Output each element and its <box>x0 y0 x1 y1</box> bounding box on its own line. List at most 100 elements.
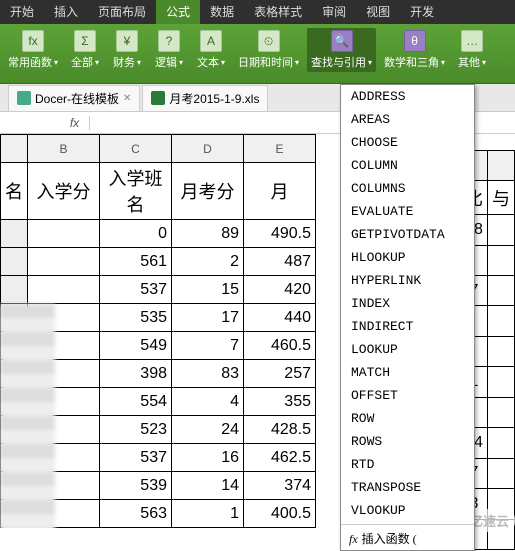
col-header[interactable]: D <box>172 135 244 163</box>
header-cell[interactable]: 入学班名 <box>100 163 172 220</box>
table-row-head[interactable] <box>1 220 28 248</box>
doctab-docer[interactable]: Docer-在线模板 ✕ <box>8 85 140 111</box>
docer-icon <box>17 91 31 105</box>
cell[interactable]: 355 <box>244 388 316 416</box>
menu-item-hyperlink[interactable]: HYPERLINK <box>341 269 474 292</box>
tab-layout[interactable]: 页面布局 <box>88 0 156 24</box>
tab-insert[interactable]: 插入 <box>44 0 88 24</box>
cell[interactable]: 2 <box>172 248 244 276</box>
fx-button[interactable]: fx <box>60 116 90 130</box>
menu-item-hlookup[interactable]: HLOOKUP <box>341 246 474 269</box>
cell[interactable]: 487 <box>244 248 316 276</box>
ribbon-日期和时间[interactable]: ⏲日期和时间▾ <box>234 28 303 72</box>
cell[interactable] <box>28 220 100 248</box>
tab-review[interactable]: 审阅 <box>312 0 356 24</box>
doctab-label: 月考2015-1-9.xls <box>169 90 259 107</box>
header-cell[interactable]: 月考分 <box>172 163 244 220</box>
cell[interactable]: 561 <box>100 248 172 276</box>
cell[interactable]: 15 <box>172 276 244 304</box>
tab-view[interactable]: 视图 <box>356 0 400 24</box>
cell[interactable]: 16 <box>172 444 244 472</box>
ribbon-文本[interactable]: A文本▾ <box>192 28 230 72</box>
cell[interactable]: 554 <box>100 388 172 416</box>
tab-dev[interactable]: 开发 <box>400 0 444 24</box>
col-header[interactable]: E <box>244 135 316 163</box>
cell[interactable]: 535 <box>100 304 172 332</box>
header-cell[interactable]: 名 <box>1 163 28 220</box>
ribbon-数学和三角[interactable]: θ数学和三角▾ <box>380 28 449 72</box>
menu-item-areas[interactable]: AREAS <box>341 108 474 131</box>
cell[interactable]: 460.5 <box>244 332 316 360</box>
tab-start[interactable]: 开始 <box>0 0 44 24</box>
cell[interactable]: 14 <box>172 472 244 500</box>
cell[interactable]: 537 <box>100 276 172 304</box>
col-header[interactable]: C <box>100 135 172 163</box>
cell[interactable]: 400.5 <box>244 500 316 528</box>
cell[interactable]: 83 <box>172 360 244 388</box>
cell[interactable] <box>28 248 100 276</box>
ribbon-icon: 🔍 <box>331 30 353 52</box>
col-header[interactable]: B <box>28 135 100 163</box>
menu-item-index[interactable]: INDEX <box>341 292 474 315</box>
cell[interactable]: 420 <box>244 276 316 304</box>
cell[interactable]: 462.5 <box>244 444 316 472</box>
ribbon-其他[interactable]: …其他▾ <box>453 28 491 72</box>
cell[interactable]: 490.5 <box>244 220 316 248</box>
doctab-xls[interactable]: 月考2015-1-9.xls <box>142 85 268 111</box>
cell[interactable]: 0 <box>100 220 172 248</box>
cell[interactable]: 549 <box>100 332 172 360</box>
ribbon-查找与引用[interactable]: 🔍查找与引用▾ <box>307 28 376 72</box>
menu-item-rows[interactable]: ROWS <box>341 430 474 453</box>
header-cell[interactable]: 月 <box>244 163 316 220</box>
cell[interactable]: 17 <box>172 304 244 332</box>
cell[interactable]: 24 <box>172 416 244 444</box>
cell[interactable]: 89 <box>172 220 244 248</box>
menu-item-getpivotdata[interactable]: GETPIVOTDATA <box>341 223 474 246</box>
tab-data[interactable]: 数据 <box>200 0 244 24</box>
cell[interactable]: 440 <box>244 304 316 332</box>
menu-item-offset[interactable]: OFFSET <box>341 384 474 407</box>
cell[interactable]: 539 <box>100 472 172 500</box>
menu-item-transpose[interactable]: TRANSPOSE <box>341 476 474 499</box>
close-icon[interactable]: ✕ <box>123 93 131 104</box>
cell[interactable]: 4 <box>172 388 244 416</box>
menu-item-rtd[interactable]: RTD <box>341 453 474 476</box>
menu-insert-function[interactable]: fx插入函数 ( <box>341 527 474 550</box>
menu-item-vlookup[interactable]: VLOOKUP <box>341 499 474 522</box>
header-cell[interactable]: 入学分 <box>28 163 100 220</box>
cell[interactable]: 374 <box>244 472 316 500</box>
ribbon-icon: fx <box>22 30 44 52</box>
cell[interactable]: 1 <box>172 500 244 528</box>
ribbon-逻辑[interactable]: ?逻辑▾ <box>150 28 188 72</box>
menu-item-column[interactable]: COLUMN <box>341 154 474 177</box>
menu-item-choose[interactable]: CHOOSE <box>341 131 474 154</box>
table-row-head[interactable] <box>1 276 28 304</box>
menu-item-columns[interactable]: COLUMNS <box>341 177 474 200</box>
menu-item-address[interactable]: ADDRESS <box>341 85 474 108</box>
tab-formula[interactable]: 公式 <box>156 0 200 24</box>
cell[interactable]: 523 <box>100 416 172 444</box>
cell[interactable]: 7 <box>172 332 244 360</box>
menu-item-match[interactable]: MATCH <box>341 361 474 384</box>
table-row-head[interactable] <box>1 248 28 276</box>
cell[interactable]: 257 <box>244 360 316 388</box>
cell[interactable]: 398 <box>100 360 172 388</box>
ribbon-常用函数[interactable]: fx常用函数▾ <box>4 28 62 72</box>
ribbon-icon: ? <box>158 30 180 52</box>
ribbon-全部[interactable]: Σ全部▾ <box>66 28 104 72</box>
ribbon-icon: ¥ <box>116 30 138 52</box>
menu-item-evaluate[interactable]: EVALUATE <box>341 200 474 223</box>
ribbon-财务[interactable]: ¥财务▾ <box>108 28 146 72</box>
menu-separator <box>341 524 474 525</box>
cell[interactable] <box>28 276 100 304</box>
cell[interactable]: 563 <box>100 500 172 528</box>
tab-tablestyle[interactable]: 表格样式 <box>244 0 312 24</box>
menu-item-row[interactable]: ROW <box>341 407 474 430</box>
ribbon-icon: ⏲ <box>258 30 280 52</box>
menu-item-indirect[interactable]: INDIRECT <box>341 315 474 338</box>
cell[interactable]: 537 <box>100 444 172 472</box>
chevron-down-icon: ▾ <box>295 58 299 67</box>
cell[interactable]: 428.5 <box>244 416 316 444</box>
menu-item-lookup[interactable]: LOOKUP <box>341 338 474 361</box>
ribbon-icon: θ <box>404 30 426 52</box>
